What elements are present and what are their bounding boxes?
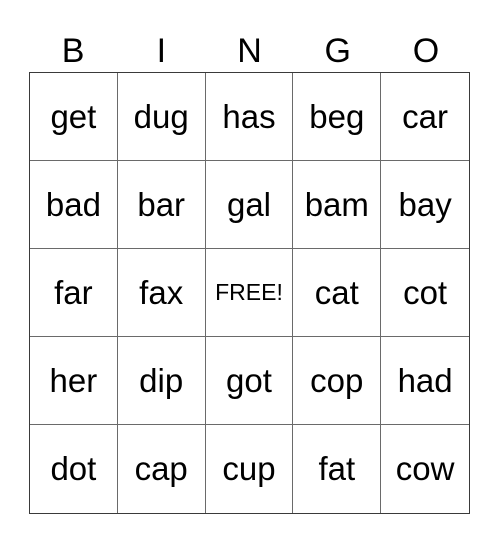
bingo-card: get dug has beg car bad bar gal bam bay … xyxy=(29,72,470,514)
bingo-cell[interactable]: bar xyxy=(117,161,206,249)
bingo-cell[interactable]: cop xyxy=(293,337,382,425)
header-letter-g: G xyxy=(324,32,351,70)
bingo-cell[interactable]: cap xyxy=(118,425,206,513)
bingo-cell[interactable]: has xyxy=(205,73,294,161)
bingo-cell[interactable]: cow xyxy=(381,425,469,513)
bingo-cell[interactable]: cat xyxy=(293,249,382,337)
bingo-cell[interactable]: got xyxy=(205,337,294,425)
bingo-cell[interactable]: gal xyxy=(205,161,294,249)
bingo-cell[interactable]: beg xyxy=(293,73,382,161)
header-letter-b: B xyxy=(61,32,85,70)
bingo-cell[interactable]: had xyxy=(381,337,469,425)
bingo-cell[interactable]: cot xyxy=(381,249,469,337)
bingo-cell[interactable]: her xyxy=(30,337,118,425)
bingo-cell[interactable]: car xyxy=(381,73,469,161)
bingo-cell[interactable]: fat xyxy=(293,425,382,513)
bingo-cell[interactable]: cup xyxy=(206,425,294,513)
bingo-cell[interactable]: dot xyxy=(30,425,118,513)
bingo-cell[interactable]: fax xyxy=(117,249,206,337)
bingo-cell[interactable]: bay xyxy=(381,161,469,249)
bingo-cell[interactable]: get xyxy=(30,73,118,161)
bingo-cell[interactable]: far xyxy=(30,249,118,337)
bingo-cell[interactable]: bam xyxy=(293,161,382,249)
header-letter-o: O xyxy=(412,32,440,70)
bingo-cell[interactable]: bad xyxy=(30,161,118,249)
bingo-cell[interactable]: dip xyxy=(117,337,206,425)
bingo-header: B I N G O xyxy=(29,30,470,72)
header-letter-n: N xyxy=(237,32,262,70)
free-space-cell[interactable]: FREE! xyxy=(205,249,294,337)
header-letter-i: I xyxy=(156,32,167,70)
bingo-cell[interactable]: dug xyxy=(117,73,206,161)
